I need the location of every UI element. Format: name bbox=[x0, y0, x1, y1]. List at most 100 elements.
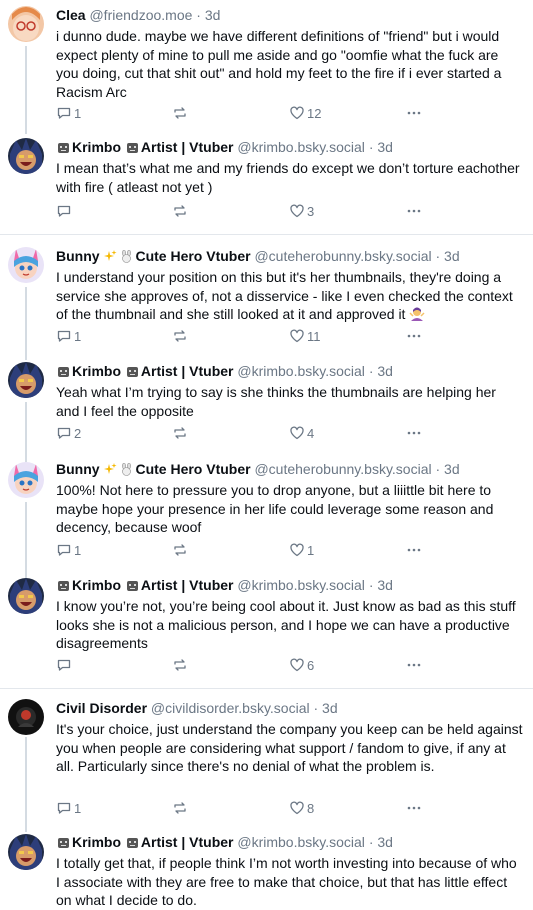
more-options-button[interactable] bbox=[406, 203, 422, 219]
reply-icon bbox=[57, 427, 71, 439]
avatar[interactable] bbox=[8, 699, 44, 735]
post-actions: 3 bbox=[56, 203, 421, 219]
post[interactable]: Krimbo Artist | Vtuber @krimbo.bsky.soci… bbox=[0, 126, 533, 234]
post[interactable]: Krimbo Artist | Vtuber @krimbo.bsky.soci… bbox=[0, 570, 533, 686]
heart-icon bbox=[290, 204, 304, 218]
post-time[interactable]: · 3d bbox=[369, 139, 393, 155]
reply-button[interactable] bbox=[56, 203, 74, 219]
thread-line bbox=[25, 126, 27, 134]
robot-emoji-icon bbox=[58, 367, 69, 377]
author-name-suffix[interactable]: Artist | Vtuber bbox=[141, 363, 234, 379]
repost-icon bbox=[174, 544, 186, 556]
reply-button[interactable]: 1 bbox=[56, 105, 81, 121]
post[interactable]: Krimbo Artist | Vtuber @krimbo.bsky.soci… bbox=[0, 352, 533, 454]
like-button[interactable]: 4 bbox=[289, 425, 314, 441]
author-handle[interactable]: @cuteherobunny.bsky.social bbox=[254, 248, 431, 264]
like-button[interactable]: 12 bbox=[289, 105, 321, 121]
post-time[interactable]: · 3d bbox=[369, 834, 393, 850]
post-time[interactable]: · 3d bbox=[313, 700, 337, 716]
robot-emoji-icon bbox=[126, 581, 138, 591]
reply-button[interactable] bbox=[56, 657, 74, 673]
avatar[interactable] bbox=[8, 247, 44, 283]
author-name[interactable]: Krimbo bbox=[72, 834, 121, 850]
author-name[interactable]: Clea bbox=[56, 7, 86, 23]
avatar[interactable] bbox=[8, 138, 44, 174]
thread-line bbox=[25, 826, 27, 832]
more-options-button[interactable] bbox=[406, 328, 422, 344]
thread-line bbox=[25, 737, 27, 827]
reply-count: 2 bbox=[74, 425, 82, 441]
thread-feed: Clea @friendzoo.moe · 3d i dunno dude. m… bbox=[0, 0, 533, 909]
post-actions: 1 12 bbox=[56, 105, 421, 121]
post-actions: 1 8 bbox=[56, 800, 421, 816]
like-button[interactable]: 8 bbox=[289, 800, 314, 816]
avatar[interactable] bbox=[8, 462, 44, 498]
post[interactable]: Bunny Cute Hero Vtuber @cuteherobunny.bs… bbox=[0, 454, 533, 570]
like-button[interactable]: 6 bbox=[289, 657, 314, 673]
heart-icon bbox=[290, 658, 304, 672]
post-actions: 6 bbox=[56, 657, 421, 673]
post-time[interactable]: · 3d bbox=[435, 248, 459, 264]
post-time[interactable]: · 3d bbox=[369, 363, 393, 379]
reply-button[interactable]: 1 bbox=[56, 542, 81, 558]
post-time[interactable]: · 3d bbox=[196, 7, 220, 23]
author-handle[interactable]: @krimbo.bsky.social bbox=[237, 834, 365, 850]
author-name[interactable]: Bunny bbox=[56, 461, 100, 477]
author-name-suffix[interactable]: Cute Hero Vtuber bbox=[135, 461, 250, 477]
like-button[interactable]: 1 bbox=[289, 542, 314, 558]
avatar[interactable] bbox=[8, 362, 44, 398]
author-handle[interactable]: @friendzoo.moe bbox=[89, 7, 192, 23]
post-actions: 2 4 bbox=[56, 425, 421, 441]
like-button[interactable]: 11 bbox=[289, 328, 321, 344]
more-options-button[interactable] bbox=[406, 657, 422, 673]
repost-button[interactable] bbox=[172, 657, 188, 673]
author-name[interactable]: Krimbo bbox=[72, 139, 121, 155]
author-name[interactable]: Krimbo bbox=[72, 577, 121, 593]
like-count: 8 bbox=[307, 800, 315, 816]
ellipsis-icon bbox=[407, 209, 421, 213]
avatar[interactable] bbox=[8, 578, 44, 614]
author-handle[interactable]: @krimbo.bsky.social bbox=[237, 577, 365, 593]
repost-button[interactable] bbox=[172, 542, 188, 558]
more-options-button[interactable] bbox=[406, 800, 422, 816]
author-handle[interactable]: @civildisorder.bsky.social bbox=[151, 700, 310, 716]
post[interactable]: Clea @friendzoo.moe · 3d i dunno dude. m… bbox=[0, 0, 533, 126]
heart-icon bbox=[290, 801, 304, 815]
like-count: 12 bbox=[307, 105, 322, 121]
repost-icon bbox=[174, 107, 186, 119]
repost-button[interactable] bbox=[172, 425, 188, 441]
more-options-button[interactable] bbox=[406, 425, 422, 441]
author-handle[interactable]: @cuteherobunny.bsky.social bbox=[254, 461, 431, 477]
author-name-suffix[interactable]: Artist | Vtuber bbox=[141, 139, 234, 155]
robot-emoji-icon bbox=[126, 143, 138, 153]
author-name-suffix[interactable]: Cute Hero Vtuber bbox=[135, 248, 250, 264]
post-time[interactable]: · 3d bbox=[369, 577, 393, 593]
avatar[interactable] bbox=[8, 6, 44, 42]
more-options-button[interactable] bbox=[406, 542, 422, 558]
more-options-button[interactable] bbox=[406, 105, 422, 121]
reply-button[interactable]: 1 bbox=[56, 800, 81, 816]
post[interactable]: Civil Disorder @civildisorder.bsky.socia… bbox=[0, 688, 533, 827]
thread-line bbox=[25, 570, 27, 578]
author-handle[interactable]: @krimbo.bsky.social bbox=[237, 363, 365, 379]
author-name[interactable]: Civil Disorder bbox=[56, 700, 147, 716]
author-name[interactable]: Bunny bbox=[56, 248, 100, 264]
author-name-suffix[interactable]: Artist | Vtuber bbox=[141, 577, 234, 593]
author-handle[interactable]: @krimbo.bsky.social bbox=[237, 139, 365, 155]
repost-button[interactable] bbox=[172, 105, 188, 121]
post[interactable]: Krimbo Artist | Vtuber @krimbo.bsky.soci… bbox=[0, 826, 533, 909]
post-time[interactable]: · 3d bbox=[435, 461, 459, 477]
post[interactable]: Bunny Cute Hero Vtuber @cuteherobunny.bs… bbox=[0, 234, 533, 353]
avatar[interactable] bbox=[8, 834, 44, 870]
ellipsis-icon bbox=[407, 431, 421, 435]
author-name-suffix[interactable]: Artist | Vtuber bbox=[141, 834, 234, 850]
author-name[interactable]: Krimbo bbox=[72, 363, 121, 379]
post-actions: 1 11 bbox=[56, 328, 421, 344]
repost-button[interactable] bbox=[172, 203, 188, 219]
reply-button[interactable]: 2 bbox=[56, 425, 81, 441]
reply-button[interactable]: 1 bbox=[56, 328, 81, 344]
repost-button[interactable] bbox=[172, 328, 188, 344]
like-button[interactable]: 3 bbox=[289, 203, 314, 219]
repost-button[interactable] bbox=[172, 800, 188, 816]
reply-icon bbox=[57, 544, 71, 556]
